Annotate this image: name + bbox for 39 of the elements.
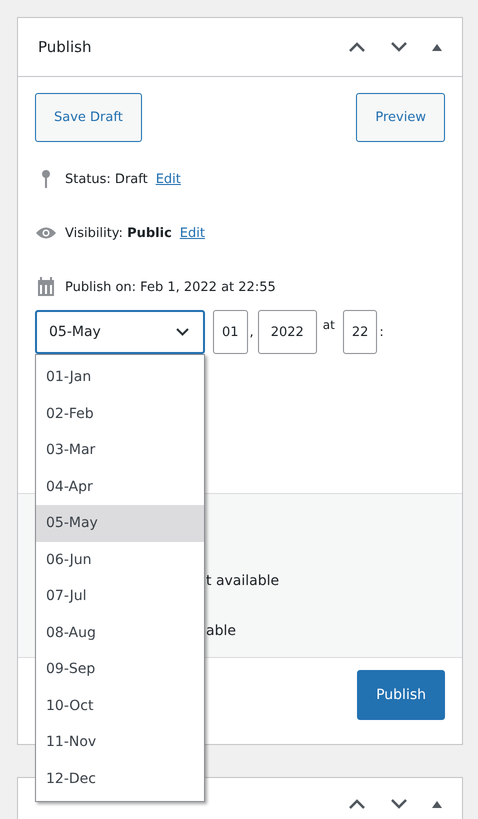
save-draft-button[interactable]: Save Draft (35, 93, 142, 142)
month-option[interactable]: 01-Jan (36, 359, 204, 396)
eye-icon (35, 226, 57, 240)
at-label: at (322, 318, 335, 332)
month-option[interactable]: 10-Oct (36, 688, 204, 724)
chevron-up-icon[interactable] (348, 41, 366, 53)
visibility-label: Visibility: Public (65, 226, 172, 240)
preview-button[interactable]: Preview (356, 93, 445, 142)
publish-date-label: Publish on: Feb 1, 2022 at 22:55 (65, 280, 276, 294)
collapse-triangle-icon[interactable] (432, 44, 442, 50)
date-separator: , (250, 324, 254, 340)
month-select[interactable]: 05-May (35, 310, 205, 354)
day-field[interactable]: 01 (213, 310, 248, 354)
hour-field[interactable]: 22 (342, 310, 378, 354)
month-option[interactable]: 11-Nov (36, 724, 204, 760)
time-separator: : (379, 324, 384, 340)
panel-title: Publish (38, 38, 92, 56)
chevron-down-icon[interactable] (390, 41, 408, 53)
option-text: able (206, 622, 237, 641)
calendar-icon (35, 277, 57, 297)
month-option[interactable]: 04-Apr (36, 468, 204, 505)
chevron-up-icon[interactable] (348, 798, 366, 810)
collapse-triangle-icon[interactable] (432, 800, 442, 808)
status-label: Status: Draft (65, 172, 148, 186)
month-option[interactable]: 05-May (36, 505, 204, 542)
month-option[interactable]: 09-Sep (36, 651, 204, 688)
option-text: t available (206, 572, 280, 591)
month-option[interactable]: 08-Aug (36, 614, 204, 651)
month-option[interactable]: 12-Dec (36, 760, 204, 797)
month-option[interactable]: 02-Feb (36, 396, 204, 432)
month-option[interactable]: 07-Jul (36, 578, 204, 614)
year-field[interactable]: 2022 (258, 310, 317, 354)
month-option[interactable]: 03-Mar (36, 432, 204, 468)
edit-link[interactable]: Edit (156, 172, 181, 186)
publish-button[interactable]: Publish (357, 670, 445, 720)
edit-link[interactable]: Edit (180, 226, 205, 240)
month-option[interactable]: 06-Jun (36, 542, 204, 578)
chevron-down-icon (176, 328, 189, 336)
chevron-down-icon[interactable] (390, 798, 408, 810)
